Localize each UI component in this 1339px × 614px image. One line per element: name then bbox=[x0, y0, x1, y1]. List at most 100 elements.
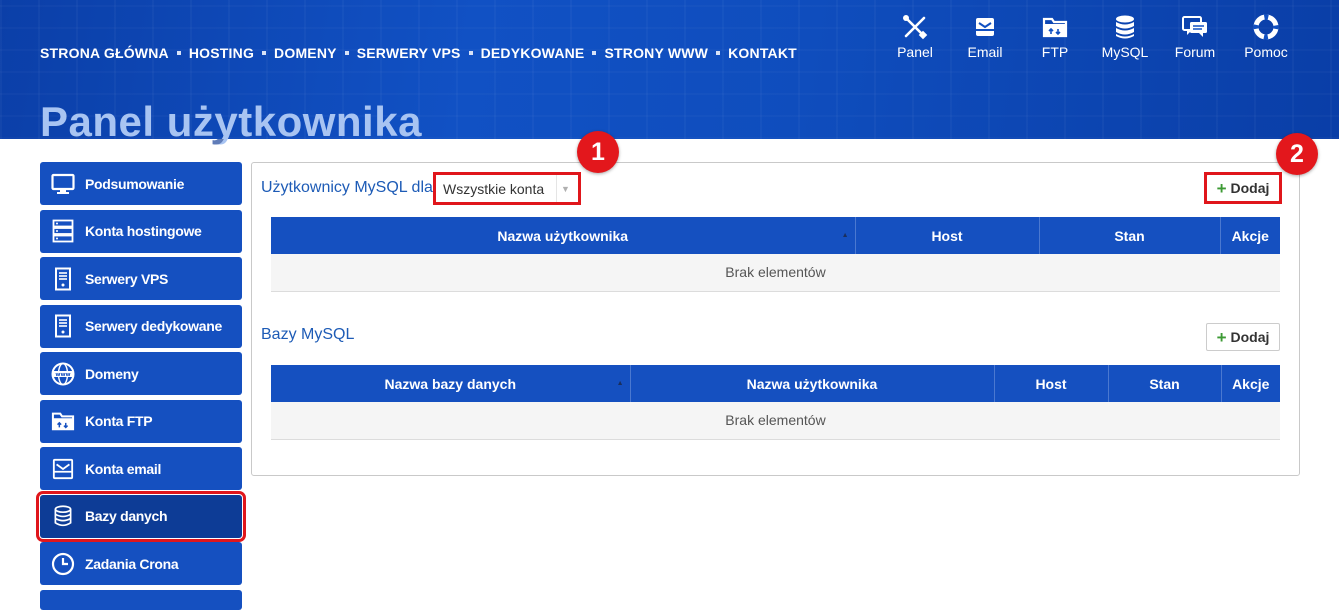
monitor-icon bbox=[50, 171, 76, 197]
plus-icon: + bbox=[1216, 327, 1227, 347]
sort-asc-icon: ▲ bbox=[616, 380, 624, 387]
quicklink-label: Forum bbox=[1174, 44, 1216, 60]
highlight-frame-add bbox=[1204, 172, 1282, 204]
column-header-actions: Akcje bbox=[1220, 365, 1280, 402]
quicklink-panel[interactable]: Panel bbox=[885, 12, 945, 60]
vps-icon bbox=[50, 266, 76, 292]
add-database-button[interactable]: + Dodaj bbox=[1206, 323, 1280, 351]
quicklink-label: MySQL bbox=[1101, 44, 1149, 60]
nav-separator bbox=[262, 51, 267, 55]
column-header-label: Stan bbox=[1114, 227, 1145, 244]
nav-link-websites[interactable]: STRONY WWW bbox=[604, 45, 708, 61]
page-title: Panel użytkownika bbox=[40, 98, 422, 145]
email-icon bbox=[50, 456, 76, 482]
column-header-username[interactable]: Nazwa użytkownika bbox=[629, 365, 994, 402]
quicklink-ftp[interactable]: FTP bbox=[1025, 12, 1085, 60]
sidebar-item-label: Domeny bbox=[85, 365, 139, 382]
table-row: Brak elementów bbox=[271, 254, 1280, 292]
quicklink-mysql[interactable]: MySQL bbox=[1095, 12, 1155, 60]
ftp-folder-icon bbox=[1040, 12, 1070, 42]
column-header-username[interactable]: Nazwa użytkownika ▲ bbox=[271, 217, 855, 254]
mysql-databases-title: Bazy MySQL bbox=[261, 326, 355, 343]
sidebar-item-label: Konta FTP bbox=[85, 413, 153, 429]
sidebar-item-dedicated-servers[interactable]: Serwery dedykowane bbox=[40, 304, 242, 348]
column-header-status[interactable]: Stan bbox=[1107, 365, 1221, 402]
column-header-host[interactable]: Host bbox=[854, 217, 1039, 254]
sidebar-item-hosting-accounts[interactable]: Konta hostingowe bbox=[40, 209, 242, 253]
sidebar-item-summary[interactable]: Podsumowanie bbox=[40, 162, 242, 205]
nav-separator bbox=[716, 51, 721, 55]
sidebar-item-label: Serwery VPS bbox=[85, 270, 169, 287]
nav-separator bbox=[468, 51, 473, 55]
tools-icon bbox=[900, 12, 930, 42]
nav-link-contact[interactable]: KONTAKT bbox=[728, 45, 797, 61]
dedicated-server-icon bbox=[50, 313, 76, 339]
sort-asc-icon: ▲ bbox=[841, 232, 849, 239]
column-header-label: Stan bbox=[1149, 375, 1180, 392]
sidebar-menu: Podsumowanie Konta hostingowe Serwery VP… bbox=[36, 162, 246, 614]
column-header-status[interactable]: Stan bbox=[1038, 217, 1220, 254]
svg-text:www: www bbox=[55, 372, 70, 378]
column-header-label: Akcje bbox=[1232, 375, 1270, 392]
sidebar-item-ftp-accounts[interactable]: Konta FTP bbox=[40, 399, 242, 443]
mysql-databases-table: Nazwa bazy danych ▲ Nazwa użytkownika Hos… bbox=[271, 365, 1280, 440]
empty-table-message: Brak elementów bbox=[271, 402, 1280, 440]
table-row: Brak elementów bbox=[271, 402, 1280, 440]
clock-icon bbox=[50, 551, 76, 577]
column-header-database-name[interactable]: Nazwa bazy danych ▲ bbox=[271, 365, 630, 402]
sidebar-item-label: Konta hostingowe bbox=[85, 223, 202, 239]
forum-icon bbox=[1180, 12, 1210, 42]
nav-link-dedicated[interactable]: DEDYKOWANE bbox=[481, 45, 585, 61]
email-icon bbox=[970, 12, 1000, 42]
sidebar-item-label: Podsumowanie bbox=[85, 175, 185, 192]
quicklink-forum[interactable]: Forum bbox=[1165, 12, 1225, 60]
column-header-label: Akcje bbox=[1231, 227, 1269, 244]
column-header-label: Nazwa użytkownika bbox=[497, 227, 629, 244]
quicklink-label: Pomoc bbox=[1244, 44, 1288, 60]
databases-panel: Użytkownicy MySQL dla Wszystkie konta ▼ … bbox=[251, 162, 1300, 476]
quicklink-label: Panel bbox=[897, 44, 933, 60]
empty-table-message: Brak elementów bbox=[271, 254, 1280, 292]
column-header-label: Nazwa bazy danych bbox=[384, 375, 517, 392]
mysql-users-table: Nazwa użytkownika ▲ Host Stan Akcje Brak … bbox=[271, 217, 1280, 292]
server-icon bbox=[50, 218, 76, 244]
ftp-folder-icon bbox=[50, 408, 76, 434]
table-header-row: Nazwa bazy danych ▲ Nazwa użytkownika Hos… bbox=[271, 365, 1280, 402]
sidebar-item-partial[interactable] bbox=[40, 589, 242, 610]
www-globe-icon: www bbox=[50, 361, 76, 387]
column-header-actions: Akcje bbox=[1219, 217, 1280, 254]
column-header-host[interactable]: Host bbox=[993, 365, 1108, 402]
annotation-badge-1: 1 bbox=[577, 131, 619, 173]
lifebuoy-icon bbox=[1251, 12, 1281, 42]
quicklink-email[interactable]: Email bbox=[955, 12, 1015, 60]
sidebar-item-label: Konta email bbox=[85, 460, 162, 477]
sidebar-item-email-accounts[interactable]: Konta email bbox=[40, 447, 242, 490]
mysql-users-title: Użytkownicy MySQL dla bbox=[261, 179, 433, 196]
quicklink-help[interactable]: Pomoc bbox=[1236, 12, 1296, 60]
sidebar-item-databases[interactable]: Bazy danych bbox=[36, 490, 246, 542]
nav-link-home[interactable]: STRONA GŁÓWNA bbox=[40, 45, 169, 61]
sidebar-item-label: Bazy danych bbox=[85, 508, 168, 524]
nav-link-vps[interactable]: SERWERY VPS bbox=[357, 45, 461, 61]
add-button-label: Dodaj bbox=[1230, 329, 1270, 345]
nav-link-domains[interactable]: DOMENY bbox=[274, 45, 337, 61]
quicklink-label: Email bbox=[967, 44, 1003, 60]
sidebar-item-vps[interactable]: Serwery VPS bbox=[40, 257, 242, 300]
column-header-label: Host bbox=[1035, 375, 1067, 392]
database-icon bbox=[50, 503, 76, 529]
sidebar-item-label: Zadania Crona bbox=[85, 555, 179, 572]
main-navigation: STRONA GŁÓWNA HOSTING DOMENY SERWERY VPS… bbox=[40, 45, 797, 61]
nav-link-hosting[interactable]: HOSTING bbox=[189, 45, 254, 61]
nav-separator bbox=[176, 51, 181, 55]
database-icon bbox=[1110, 12, 1140, 42]
column-header-label: Nazwa użytkownika bbox=[746, 375, 878, 392]
quicklink-label: FTP bbox=[1041, 44, 1069, 60]
nav-separator bbox=[592, 51, 597, 55]
nav-separator bbox=[344, 51, 349, 55]
sidebar-item-cron-jobs[interactable]: Zadania Crona bbox=[40, 542, 242, 585]
column-header-label: Host bbox=[931, 227, 963, 244]
sidebar-item-domains[interactable]: www Domeny bbox=[40, 352, 242, 395]
sidebar-item-label: Serwery dedykowane bbox=[85, 318, 222, 334]
table-header-row: Nazwa użytkownika ▲ Host Stan Akcje bbox=[271, 217, 1280, 254]
annotation-badge-2: 2 bbox=[1276, 133, 1318, 175]
